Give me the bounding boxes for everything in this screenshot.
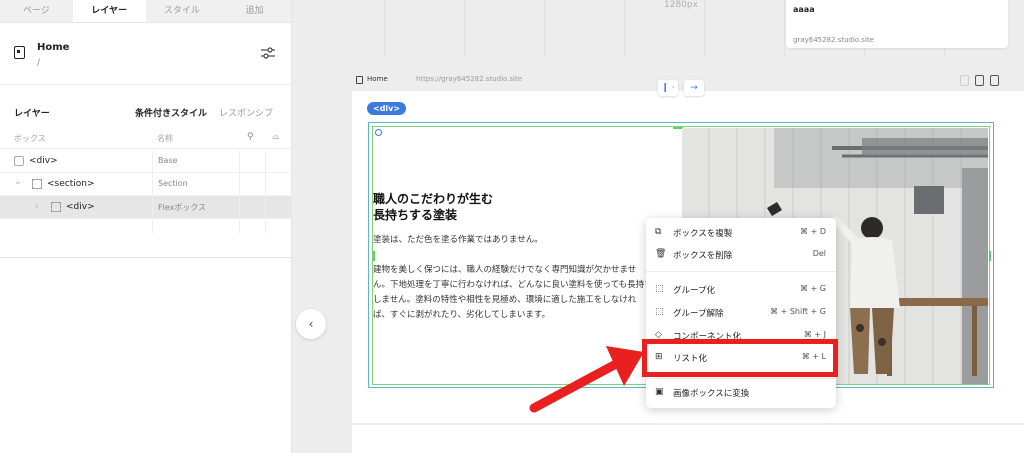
chevron-right-icon[interactable]: ›	[35, 202, 39, 212]
layer-name: Section	[158, 179, 188, 188]
flex-box-icon	[51, 202, 61, 212]
arrow-right-icon[interactable]: →	[684, 80, 704, 96]
link-icon: ⚲	[247, 132, 254, 142]
site-card-title: aaaa	[793, 5, 815, 14]
visibility-icon: ⌓	[272, 132, 280, 142]
column-box: ボックス	[14, 134, 46, 143]
home-icon	[356, 76, 363, 84]
responsive-tab[interactable]: レスポンシブ	[219, 106, 273, 119]
current-page[interactable]: Home /	[0, 30, 292, 85]
section-box-icon	[32, 179, 42, 189]
page-icon	[14, 46, 25, 59]
image-icon: ▣	[655, 387, 664, 397]
layer-name: Base	[158, 156, 178, 165]
panel-divider	[0, 257, 292, 258]
body-paragraph[interactable]: 建物を美しく保つには、職人の経験だけでなく専門知識が欠かせません。下地処理を丁寧…	[373, 263, 653, 323]
export-icon[interactable]	[990, 75, 999, 86]
collapse-panel-button[interactable]: ‹	[296, 309, 326, 339]
element-gear-icon[interactable]	[375, 129, 382, 136]
menu-item-image-box[interactable]: ▣ 画像ボックスに変換	[646, 381, 836, 403]
next-section	[352, 425, 1024, 453]
layers-header: レイヤー 条件付きスタイル レスポンシブ	[0, 106, 292, 120]
duplicate-icon[interactable]	[975, 75, 984, 86]
tab-layers[interactable]: レイヤー	[72, 0, 146, 22]
highlight-box	[642, 339, 838, 377]
menu-item-group[interactable]: ⬚ グループ化 ⌘ + G	[646, 278, 836, 300]
duplicate-icon: ⧉	[655, 227, 662, 237]
chevron-down-icon[interactable]: ⌄	[14, 177, 22, 187]
layers-column-header: ボックス 名称 ⚲ ⌓	[0, 131, 292, 149]
context-menu: ⧉ ボックスを複製 ⌘ + D 🗑 ボックスを削除 Del ⬚ グループ化 ⌘ …	[646, 218, 836, 408]
layer-label: <section>	[47, 179, 95, 189]
element-tag-badge: <div>	[367, 102, 407, 115]
intro-paragraph[interactable]: 塗装は、ただ色を塗る作業ではありません。	[373, 233, 543, 245]
section-heading[interactable]: 職人のこだわりが生む 長持ちする塗装	[373, 191, 493, 223]
ungroup-icon: ⬚	[655, 307, 664, 317]
frame-url[interactable]: https://gray645282.studio.site	[416, 75, 522, 83]
sliders-icon[interactable]	[260, 46, 276, 60]
column-name: 名称	[157, 134, 173, 143]
group-icon: ⬚	[655, 284, 664, 294]
page-title: Home	[37, 42, 70, 53]
layer-label: <div>	[29, 156, 58, 166]
layer-label: <div>	[66, 202, 95, 212]
panel-tabs: ページ レイヤー スタイル 追加	[0, 0, 291, 23]
layer-name: Flexボックス	[158, 203, 207, 212]
frame-label: Home	[367, 75, 388, 83]
tab-pages[interactable]: ページ	[0, 0, 73, 22]
menu-item-duplicate[interactable]: ⧉ ボックスを複製 ⌘ + D	[646, 221, 836, 243]
menu-item-delete[interactable]: 🗑 ボックスを削除 Del	[646, 243, 836, 265]
layer-row[interactable]: ⌄ <section> Section	[0, 173, 292, 196]
tab-add[interactable]: 追加	[218, 0, 291, 22]
resize-handle-icon[interactable]: ❙ ·	[658, 80, 678, 96]
left-panel: ページ レイヤー スタイル 追加 Home / レイヤー 条件付きスタイル レス…	[0, 0, 292, 453]
width-controls: ❙ · →	[658, 80, 706, 96]
page-path: /	[37, 58, 41, 68]
ruler-width-label: 1280px	[664, 0, 698, 10]
conditional-style-tab[interactable]: 条件付きスタイル	[135, 106, 207, 119]
site-card[interactable]: aaaa gray645282.studio.site	[786, 0, 1008, 48]
layer-checkbox[interactable]	[14, 156, 24, 166]
tab-styles[interactable]: スタイル	[146, 0, 219, 22]
spacing-handle[interactable]	[989, 251, 991, 261]
menu-item-ungroup[interactable]: ⬚ グループ解除 ⌘ + Shift + G	[646, 301, 836, 323]
spacing-handle[interactable]	[373, 251, 375, 261]
trash-icon: 🗑	[655, 249, 667, 259]
trash-icon[interactable]	[960, 75, 969, 86]
site-card-url: gray645282.studio.site	[793, 36, 874, 44]
layer-row-empty	[0, 219, 292, 233]
layers-title: レイヤー	[14, 109, 50, 119]
layer-row-selected[interactable]: › <div> Flexボックス	[0, 196, 292, 219]
layer-row[interactable]: <div> Base	[0, 150, 292, 173]
red-arrow-annotation	[529, 346, 644, 413]
